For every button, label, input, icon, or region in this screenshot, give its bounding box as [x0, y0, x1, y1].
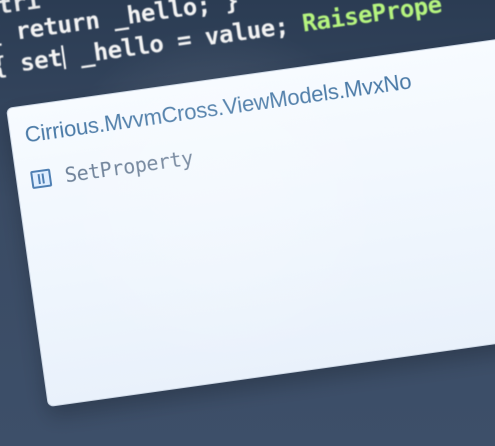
code-line-3-prefix: { set [0, 43, 64, 82]
method-icon [30, 168, 53, 190]
completion-item-label: SetProperty [63, 145, 195, 188]
code-line-3-call: RaisePrope [300, 0, 444, 38]
code-editor-screen: stri { return _hello; } { set _hello = v… [0, 0, 495, 446]
